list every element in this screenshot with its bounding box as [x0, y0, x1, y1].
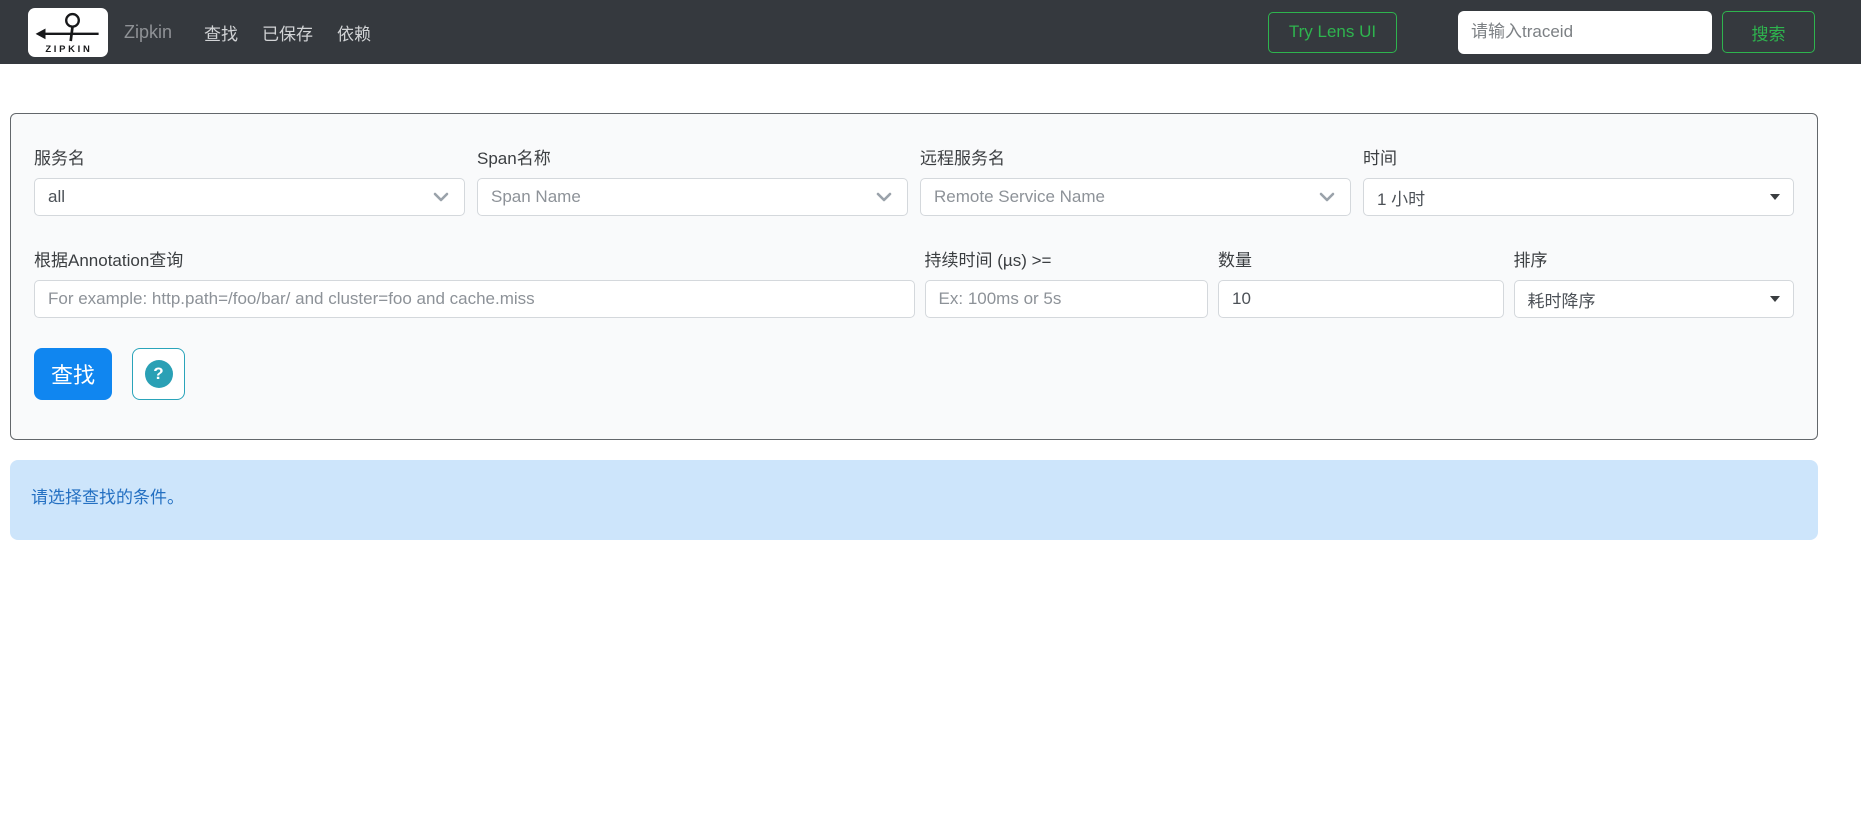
trace-search-button[interactable]: 搜索	[1722, 11, 1815, 53]
remote-service-value: Remote Service Name	[934, 187, 1106, 206]
duration-group: 持续时间 (µs) >=	[924, 246, 1209, 318]
search-condition-panel: 服务名 all Span名称 Span Name 远程服务名 Remote Se…	[10, 113, 1818, 440]
service-name-value: all	[48, 187, 66, 206]
duration-label: 持续时间 (µs) >=	[924, 251, 1052, 270]
sort-value: 耗时降序	[1527, 291, 1596, 311]
nav-links: 查找 已保存 依赖	[204, 20, 395, 45]
annotation-input[interactable]	[34, 280, 915, 318]
nav-item-dependencies[interactable]: 依赖	[337, 20, 371, 45]
span-name-select[interactable]: Span Name	[477, 178, 908, 216]
form-actions: 查找 ?	[34, 348, 1794, 400]
span-name-group: Span名称 Span Name	[477, 144, 908, 216]
help-button[interactable]: ?	[132, 348, 185, 400]
service-name-group: 服务名 all	[34, 144, 465, 216]
limit-input[interactable]	[1218, 280, 1504, 318]
chevron-down-icon	[876, 192, 892, 202]
lookback-label: 时间	[1363, 149, 1397, 168]
zipkin-logo-icon: ZIPKIN	[35, 12, 99, 54]
navbar-right-group: Try Lens UI 搜索	[1268, 10, 1815, 54]
try-lens-ui-button[interactable]: Try Lens UI	[1268, 11, 1397, 53]
service-name-select[interactable]: all	[34, 178, 465, 216]
question-circle-icon: ?	[144, 360, 173, 388]
remote-service-group: 远程服务名 Remote Service Name	[920, 144, 1351, 216]
nav-item-find[interactable]: 查找	[204, 20, 238, 45]
span-name-value: Span Name	[491, 187, 581, 206]
info-alert: 请选择查找的条件。	[10, 460, 1818, 540]
limit-label: 数量	[1218, 251, 1253, 270]
caret-down-icon	[1770, 296, 1780, 302]
lookback-group: 时间 1 小时	[1363, 144, 1794, 216]
duration-input[interactable]	[924, 280, 1209, 318]
span-name-label: Span名称	[477, 149, 551, 168]
limit-group: 数量	[1218, 246, 1504, 318]
sort-select[interactable]: 耗时降序	[1513, 280, 1794, 318]
nav-item-saved[interactable]: 已保存	[262, 20, 313, 45]
service-name-label: 服务名	[34, 149, 85, 168]
sort-group: 排序 耗时降序	[1513, 246, 1794, 318]
caret-down-icon	[1770, 194, 1780, 200]
chevron-down-icon	[433, 192, 449, 202]
lookback-select[interactable]: 1 小时	[1363, 178, 1794, 216]
brand-title: Zipkin	[124, 21, 173, 42]
lookback-value: 1 小时	[1377, 189, 1426, 209]
form-row-1: 服务名 all Span名称 Span Name 远程服务名 Remote Se…	[34, 144, 1794, 216]
alert-message: 请选择查找的条件。	[31, 488, 184, 507]
find-button[interactable]: 查找	[34, 348, 112, 400]
svg-text:ZIPKIN: ZIPKIN	[45, 43, 92, 54]
form-row-2: 根据Annotation查询 持续时间 (µs) >= 数量 排序 耗时降序	[34, 246, 1794, 318]
remote-service-label: 远程服务名	[920, 149, 1005, 168]
traceid-input[interactable]	[1458, 10, 1712, 54]
top-navbar: ZIPKIN Zipkin 查找 已保存 依赖 Try Lens UI 搜索	[0, 0, 1861, 64]
remote-service-select[interactable]: Remote Service Name	[920, 178, 1351, 216]
annotation-label: 根据Annotation查询	[34, 251, 184, 270]
chevron-down-icon	[1319, 192, 1335, 202]
zipkin-logo[interactable]: ZIPKIN	[28, 7, 108, 57]
annotation-group: 根据Annotation查询	[34, 246, 915, 318]
sort-label: 排序	[1513, 251, 1548, 270]
